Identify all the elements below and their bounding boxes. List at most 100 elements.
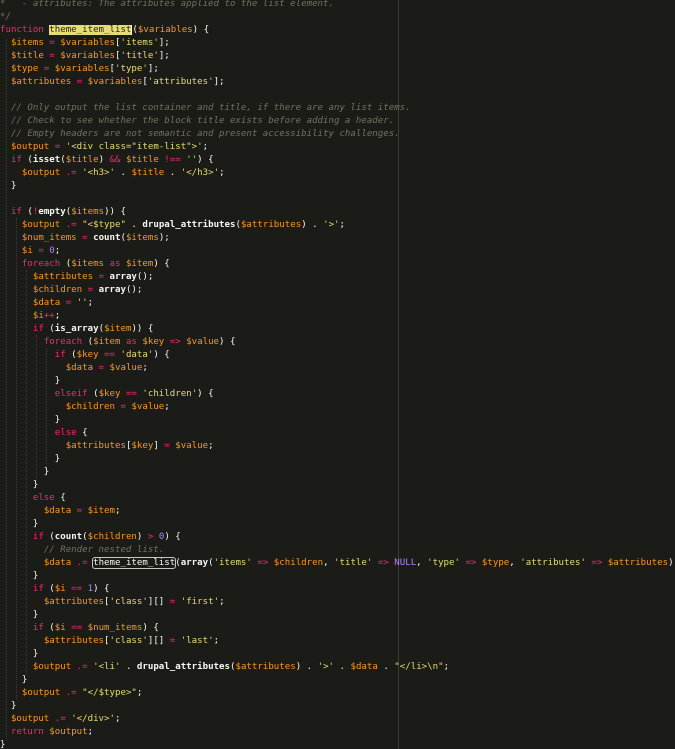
code-line[interactable]: if ($i == 1) { <box>0 583 675 596</box>
code-line[interactable]: $items = $variables['items']; <box>0 37 675 50</box>
code-line[interactable]: if (count($children) > 0) { <box>0 531 675 544</box>
code-token: , <box>416 558 428 568</box>
code-line[interactable]: } <box>0 700 675 713</box>
code-line[interactable]: $output .= "<$type" . drupal_attributes(… <box>0 219 675 232</box>
matched-function-call: theme_item_list <box>92 557 177 569</box>
code-line[interactable] <box>0 89 675 102</box>
code-token: ; <box>87 727 94 737</box>
code-line[interactable]: $title = $variables['title']; <box>0 50 675 63</box>
code-line[interactable]: $attributes[$key] = $value; <box>0 440 675 453</box>
code-line[interactable]: function theme_item_list($variables) { <box>0 24 675 37</box>
code-line[interactable]: } <box>0 518 675 531</box>
code-token: = <box>158 441 176 451</box>
code-token: $data <box>43 506 72 516</box>
code-line[interactable]: $children = array(); <box>0 284 675 297</box>
code-token: ; <box>213 636 220 646</box>
code-line[interactable]: $type = $variables['type']; <box>0 63 675 76</box>
code-line[interactable]: $data = $value; <box>0 362 675 375</box>
code-line[interactable]: $output = '<div class="item-list">'; <box>0 141 675 154</box>
code-token: => <box>585 558 608 568</box>
code-line[interactable]: // Check to see whether the block title … <box>0 115 675 128</box>
code-line[interactable]: } <box>0 609 675 622</box>
code-line[interactable]: } <box>0 479 675 492</box>
code-token: . <box>115 168 132 178</box>
code-line[interactable]: } <box>0 674 675 687</box>
code-line[interactable]: foreach ($items as $item) { <box>0 258 675 271</box>
code-line[interactable]: } <box>0 180 675 193</box>
code-token: $children <box>273 558 324 568</box>
code-line[interactable]: $data = ''; <box>0 297 675 310</box>
code-line[interactable]: $attributes['class'][] = 'first'; <box>0 596 675 609</box>
code-token: // Render nested list. <box>43 545 165 555</box>
code-line[interactable]: else { <box>0 492 675 505</box>
code-line[interactable]: if ($key == 'data') { <box>0 349 675 362</box>
code-token: $attributes <box>32 272 94 282</box>
code-token: ) { <box>153 259 170 269</box>
code-line[interactable]: return $output; <box>0 726 675 739</box>
code-line[interactable]: */ <box>0 11 675 24</box>
code-line[interactable]: // Only output the list container and ti… <box>0 102 675 115</box>
code-line[interactable]: $attributes = array(); <box>0 271 675 284</box>
code-token: ( <box>82 337 94 347</box>
code-token: .= <box>49 714 72 724</box>
code-token: (); <box>125 285 143 295</box>
code-line[interactable]: $attributes['class'][] = 'last'; <box>0 635 675 648</box>
code-line[interactable]: $i++; <box>0 310 675 323</box>
code-line[interactable]: // Empty headers are not semantic and pr… <box>0 128 675 141</box>
code-line[interactable]: // Render nested list. <box>0 544 675 557</box>
code-line[interactable]: $i = 0; <box>0 245 675 258</box>
code-line[interactable]: if ($i == $num_items) { <box>0 622 675 635</box>
code-line[interactable]: $num_items = count($items); <box>0 232 675 245</box>
code-line[interactable]: } <box>0 414 675 427</box>
code-token: ]; <box>147 64 159 74</box>
code-token: )) { <box>131 324 154 334</box>
code-line[interactable]: $attributes = $variables['attributes']; <box>0 76 675 89</box>
code-token: $children <box>65 402 115 412</box>
code-line[interactable]: $data = $item; <box>0 505 675 518</box>
code-line[interactable]: } <box>0 453 675 466</box>
code-content[interactable]: * - attributes: The attributes applied t… <box>0 0 675 749</box>
code-token: . <box>120 662 137 672</box>
code-line[interactable]: $output .= '<h3>' . $title . '</h3>'; <box>0 167 675 180</box>
code-line[interactable]: if (isset($title) && $title !== '') { <box>0 154 675 167</box>
code-token: ( <box>43 324 55 334</box>
code-token: "</li>\n" <box>394 662 444 672</box>
code-line[interactable]: if (!empty($items)) { <box>0 206 675 219</box>
code-line[interactable]: $children = $value; <box>0 401 675 414</box>
code-line[interactable]: $output .= '</div>'; <box>0 713 675 726</box>
code-editor[interactable]: * - attributes: The attributes applied t… <box>0 0 675 749</box>
code-token: $output <box>10 714 50 724</box>
code-line[interactable]: } <box>0 570 675 583</box>
code-line[interactable]: if (is_array($item)) { <box>0 323 675 336</box>
code-token: array <box>109 272 137 282</box>
code-token: = <box>164 597 181 607</box>
code-line[interactable]: $output .= '<li' . drupal_attributes($at… <box>0 661 675 674</box>
code-line[interactable]: $data .= theme_item_list(array('items' =… <box>0 557 675 570</box>
code-token: $title <box>10 51 44 61</box>
code-token: } <box>0 610 39 620</box>
code-line[interactable]: } <box>0 648 675 661</box>
code-token: $attributes <box>43 597 105 607</box>
code-token: $attributes <box>65 441 126 451</box>
code-line[interactable]: } <box>0 739 675 749</box>
code-token: ) . <box>295 662 318 672</box>
code-token: ) <box>98 155 110 165</box>
code-line[interactable]: $output .= "</$type>"; <box>0 687 675 700</box>
code-line[interactable]: foreach ($item as $key => $value) { <box>0 336 675 349</box>
code-token: ) { <box>142 623 159 633</box>
code-line[interactable]: elseif ($key == 'children') { <box>0 388 675 401</box>
code-line[interactable] <box>0 193 675 206</box>
code-token: 'items' <box>120 38 159 48</box>
code-token: ; <box>54 246 61 256</box>
code-token: 'data' <box>120 350 154 360</box>
code-line[interactable]: } <box>0 375 675 388</box>
code-token: => <box>251 558 274 568</box>
code-line[interactable]: else { <box>0 427 675 440</box>
code-line[interactable]: } <box>0 466 675 479</box>
code-line[interactable]: * - attributes: The attributes applied t… <box>0 0 675 11</box>
